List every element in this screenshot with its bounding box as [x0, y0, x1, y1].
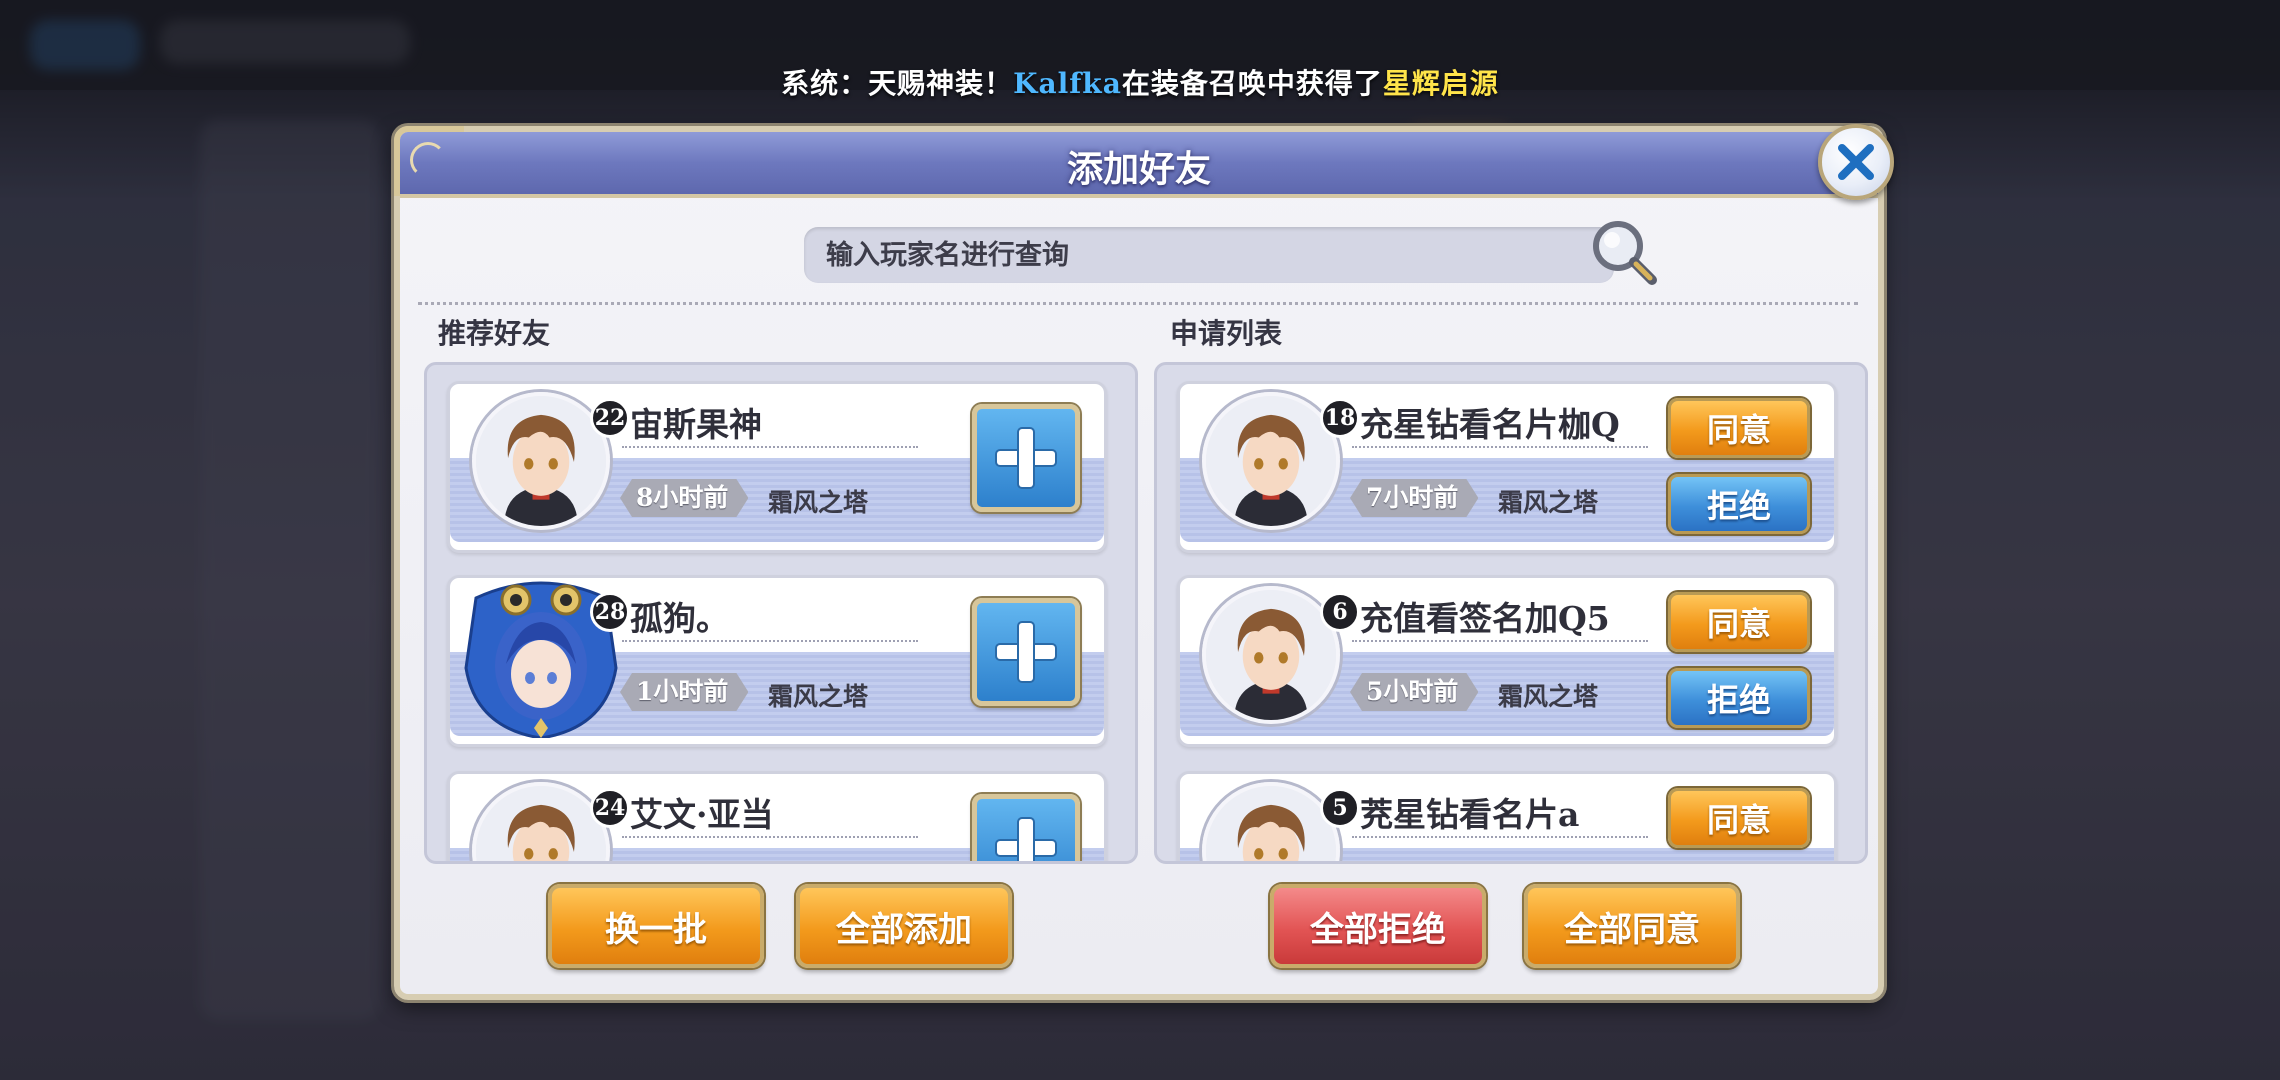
- avatar: [1202, 586, 1340, 724]
- add-friend-button[interactable]: [972, 794, 1080, 861]
- system-broadcast: 系统：天赐神装！Kalfka在装备召唤中获得了星辉启源: [0, 62, 2280, 102]
- player-name: 充值看签名加Q5: [1360, 599, 1610, 638]
- player-name: 充星钻看名片枷Q: [1360, 405, 1620, 444]
- accept-button[interactable]: 同意: [1668, 592, 1810, 652]
- name-underline: [622, 836, 918, 838]
- name-underline: [1352, 836, 1648, 838]
- recommended-friends-panel[interactable]: 22 宙斯果神 8小时前 霜风之塔 28 孤狗。 1小时前 霜风之塔 24 艾文…: [424, 362, 1138, 864]
- player-name: 宙斯果神: [630, 405, 762, 444]
- last-online-tag: 8小时前: [620, 479, 748, 517]
- recommended-friend-card: 24 艾文·亚当: [447, 771, 1107, 861]
- request-list-title: 申请列表: [1170, 317, 1283, 350]
- avatar: [472, 392, 610, 530]
- brown-hair-boy-portrait-icon: [1206, 396, 1336, 526]
- friend-request-card: 6 充值看签名加Q5 5小时前 霜风之塔 同意 拒绝: [1177, 575, 1837, 747]
- close-icon: [1838, 144, 1874, 180]
- magnifier-icon[interactable]: [1590, 218, 1660, 290]
- broadcast-player-name: Kalfka: [1013, 67, 1122, 100]
- player-name: 孤狗。: [630, 599, 729, 638]
- level-badge: 18: [1320, 398, 1360, 438]
- brown-hair-boy-portrait-icon: [1206, 590, 1336, 720]
- accept-all-button[interactable]: 全部同意: [1524, 884, 1740, 968]
- dialog-title-bar: 添加好友: [394, 126, 1878, 198]
- player-name: 茺星钻看名片a: [1360, 795, 1580, 834]
- close-button[interactable]: [1818, 124, 1894, 200]
- level-badge: 22: [590, 398, 630, 438]
- add-all-button[interactable]: 全部添加: [796, 884, 1012, 968]
- broadcast-prefix: 系统：天赐神装！: [781, 67, 1014, 100]
- broadcast-middle: 在装备召唤中获得了: [1121, 67, 1383, 100]
- reject-button[interactable]: 拒绝: [1668, 474, 1810, 534]
- name-underline: [622, 446, 918, 448]
- friend-request-card: 18 充星钻看名片枷Q 7小时前 霜风之塔 同意 拒绝: [1177, 381, 1837, 553]
- recommended-list: 22 宙斯果神 8小时前 霜风之塔 28 孤狗。 1小时前 霜风之塔 24 艾文…: [427, 365, 1135, 861]
- reject-all-button[interactable]: 全部拒绝: [1270, 884, 1486, 968]
- accept-button[interactable]: 同意: [1668, 398, 1810, 458]
- level-badge: 6: [1320, 592, 1360, 632]
- player-name: 艾文·亚当: [630, 795, 774, 834]
- add-friend-button[interactable]: [972, 404, 1080, 512]
- broadcast-item-name: 星辉启源: [1382, 67, 1499, 100]
- name-underline: [1352, 446, 1648, 448]
- recommended-friend-card: 22 宙斯果神 8小时前 霜风之塔: [447, 381, 1107, 553]
- level-badge: 28: [590, 592, 630, 632]
- accept-button[interactable]: 同意: [1668, 788, 1810, 848]
- server-name: 霜风之塔: [1498, 488, 1599, 517]
- last-online-tag: 1小时前: [620, 673, 748, 711]
- add-friend-button[interactable]: [972, 598, 1080, 706]
- last-online-tag: 5小时前: [1350, 673, 1478, 711]
- reject-button[interactable]: 拒绝: [1668, 668, 1810, 728]
- request-list: 18 充星钻看名片枷Q 7小时前 霜风之塔 同意 拒绝 6 充值看签名加Q5 5…: [1157, 365, 1865, 861]
- request-list-panel[interactable]: 18 充星钻看名片枷Q 7小时前 霜风之塔 同意 拒绝 6 充值看签名加Q5 5…: [1154, 362, 1868, 864]
- friend-request-card: 5 茺星钻看名片a 同意: [1177, 771, 1837, 861]
- refresh-batch-button[interactable]: 换一批: [548, 884, 764, 968]
- name-underline: [622, 640, 918, 642]
- avatar: [1202, 392, 1340, 530]
- server-name: 霜风之塔: [768, 682, 869, 711]
- server-name: 霜风之塔: [768, 488, 869, 517]
- level-badge: 5: [1320, 788, 1360, 828]
- level-badge: 24: [590, 788, 630, 828]
- player-search-input[interactable]: [826, 235, 1566, 275]
- server-name: 霜风之塔: [1498, 682, 1599, 711]
- recommended-friend-card: 28 孤狗。 1小时前 霜风之塔: [447, 575, 1107, 747]
- brown-hair-boy-portrait-icon: [476, 396, 606, 526]
- dialog-title: 添加好友: [1066, 148, 1211, 190]
- player-search-box: [804, 227, 1614, 283]
- name-underline: [1352, 640, 1648, 642]
- last-online-tag: 7小时前: [1350, 479, 1478, 517]
- section-divider: [418, 302, 1858, 305]
- recommended-friends-title: 推荐好友: [438, 317, 551, 350]
